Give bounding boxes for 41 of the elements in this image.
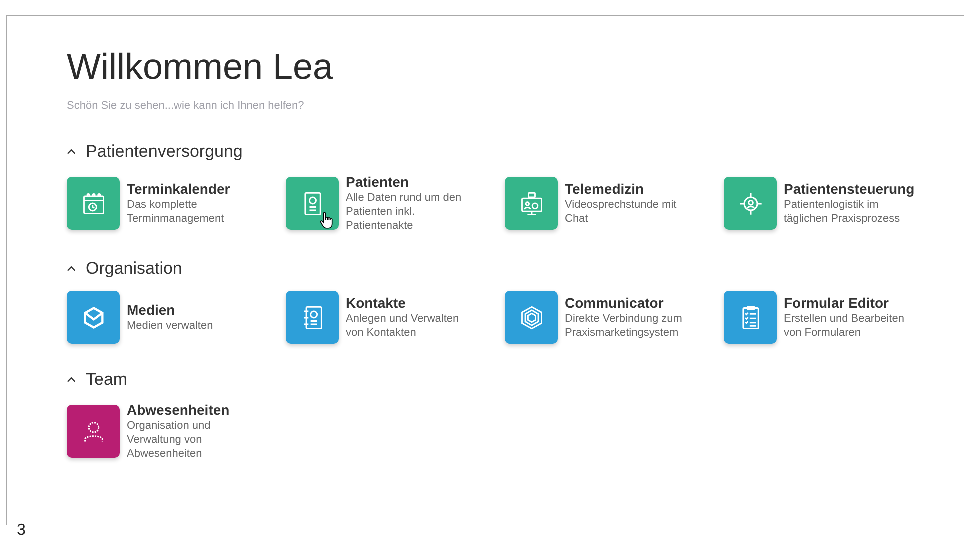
app-tile-button[interactable] [286, 291, 339, 344]
section-heading: Patientenversorgung [86, 142, 243, 162]
tile-title[interactable]: Communicator [565, 295, 715, 312]
tile-description: Anlegen und Verwalten von Kontakten [346, 312, 460, 340]
tile-description: Videosprechstunde mit Chat [565, 198, 678, 226]
app-tile-button[interactable] [286, 177, 339, 230]
tile-title[interactable]: Patientensteuerung [784, 181, 934, 198]
target-person-icon [738, 190, 764, 216]
tile-description: Patientenlogistik im täglichen Praxisprozess [784, 198, 902, 226]
tile-description: Erstellen und Bearbeiten von Formularen [784, 312, 906, 340]
section-heading: Team [86, 370, 128, 390]
page-number: 3 [17, 522, 26, 539]
tile-title[interactable]: Medien [127, 302, 277, 319]
tile-description: Das komplette Terminmanagement [127, 198, 226, 226]
tile-title[interactable]: Formular Editor [784, 295, 934, 312]
tile-description: Alle Daten rund um den Patienten inkl. Patientenakte [346, 191, 463, 233]
collapse-chevron-icon[interactable] [67, 149, 76, 155]
app-tile-button[interactable] [724, 291, 777, 344]
app-tile-button[interactable] [505, 177, 558, 230]
tile-title[interactable]: Patienten [346, 174, 496, 191]
welcome-subtitle: Schön Sie zu sehen...wie kann ich Ihnen helfen? [67, 100, 306, 112]
app-tile-button[interactable] [67, 405, 120, 458]
tile-title[interactable]: Kontakte [346, 295, 496, 312]
collapse-chevron-icon[interactable] [67, 377, 76, 383]
app-tile-button[interactable] [67, 177, 120, 230]
app-tile-button[interactable] [67, 291, 120, 344]
tile-description: Medien verwalten [127, 319, 214, 333]
hand-cursor-icon [320, 212, 333, 229]
welcome-title: Willkommen Lea [67, 46, 334, 88]
calendar-clock-icon [80, 190, 106, 216]
app-tile-button[interactable] [724, 177, 777, 230]
tile-title[interactable]: Terminkalender [127, 181, 277, 198]
hexagon-icon [518, 304, 544, 330]
tile-description: Organisation und Verwaltung von Abwesenheiten [127, 419, 212, 461]
tile-title[interactable]: Telemedizin [565, 181, 715, 198]
section-heading: Organisation [86, 259, 182, 279]
video-call-icon [518, 190, 544, 216]
collapse-chevron-icon[interactable] [67, 266, 76, 272]
app-tile-button[interactable] [505, 291, 558, 344]
tile-description: Direkte Verbindung zum Praxismarketingsystem [565, 312, 684, 340]
tile-title[interactable]: Abwesenheiten [127, 402, 277, 419]
